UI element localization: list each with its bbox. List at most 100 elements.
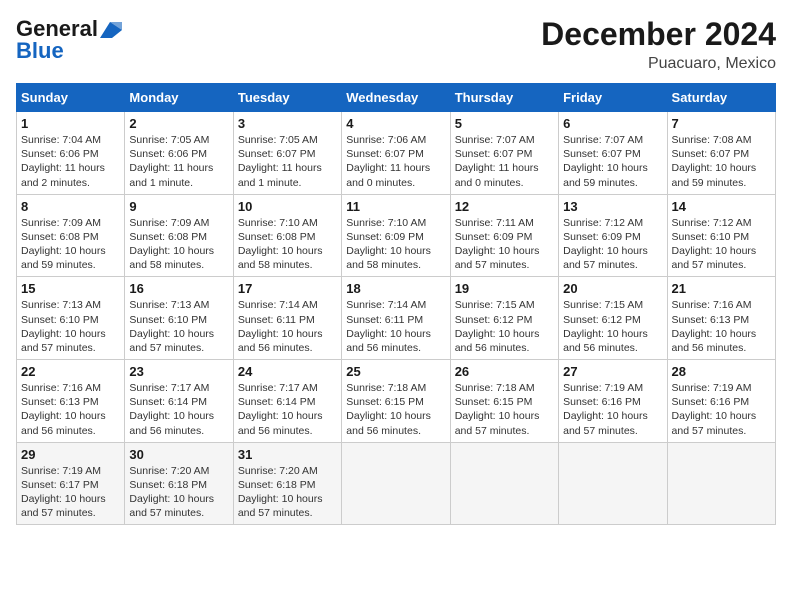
day-number: 31 — [238, 447, 337, 462]
calendar-cell: 21 Sunrise: 7:16 AM Sunset: 6:13 PM Dayli… — [667, 277, 775, 360]
calendar-cell: 25 Sunrise: 7:18 AM Sunset: 6:15 PM Dayli… — [342, 360, 450, 443]
day-info: Sunrise: 7:19 AM Sunset: 6:17 PM Dayligh… — [21, 464, 120, 521]
calendar-cell: 10 Sunrise: 7:10 AM Sunset: 6:08 PM Dayli… — [233, 194, 341, 277]
day-info: Sunrise: 7:15 AM Sunset: 6:12 PM Dayligh… — [455, 298, 554, 355]
calendar-cell: 9 Sunrise: 7:09 AM Sunset: 6:08 PM Daylig… — [125, 194, 233, 277]
calendar-cell — [667, 442, 775, 525]
weekday-header-row: SundayMondayTuesdayWednesdayThursdayFrid… — [17, 84, 776, 112]
day-number: 1 — [21, 116, 120, 131]
day-number: 26 — [455, 364, 554, 379]
day-number: 17 — [238, 281, 337, 296]
day-info: Sunrise: 7:05 AM Sunset: 6:06 PM Dayligh… — [129, 133, 228, 190]
day-number: 4 — [346, 116, 445, 131]
day-number: 3 — [238, 116, 337, 131]
calendar-cell: 20 Sunrise: 7:15 AM Sunset: 6:12 PM Dayli… — [559, 277, 667, 360]
day-number: 15 — [21, 281, 120, 296]
day-info: Sunrise: 7:11 AM Sunset: 6:09 PM Dayligh… — [455, 216, 554, 273]
day-info: Sunrise: 7:15 AM Sunset: 6:12 PM Dayligh… — [563, 298, 662, 355]
day-info: Sunrise: 7:09 AM Sunset: 6:08 PM Dayligh… — [129, 216, 228, 273]
calendar-cell: 30 Sunrise: 7:20 AM Sunset: 6:18 PM Dayli… — [125, 442, 233, 525]
calendar-cell: 28Sunrise: 7:19 AM Sunset: 6:16 PM Dayli… — [667, 360, 775, 443]
week-row-3: 15 Sunrise: 7:13 AM Sunset: 6:10 PM Dayli… — [17, 277, 776, 360]
day-number: 5 — [455, 116, 554, 131]
month-title: December 2024 — [541, 16, 776, 53]
day-info: Sunrise: 7:17 AM Sunset: 6:14 PM Dayligh… — [129, 381, 228, 438]
weekday-header-wednesday: Wednesday — [342, 84, 450, 112]
day-number: 10 — [238, 199, 337, 214]
weekday-header-friday: Friday — [559, 84, 667, 112]
calendar-cell: 7 Sunrise: 7:08 AM Sunset: 6:07 PM Daylig… — [667, 112, 775, 195]
location: Puacuaro, Mexico — [541, 55, 776, 73]
calendar-cell: 1 Sunrise: 7:04 AM Sunset: 6:06 PM Daylig… — [17, 112, 125, 195]
weekday-header-monday: Monday — [125, 84, 233, 112]
day-number: 7 — [672, 116, 771, 131]
day-number: 30 — [129, 447, 228, 462]
calendar-cell: 13Sunrise: 7:12 AM Sunset: 6:09 PM Dayli… — [559, 194, 667, 277]
day-number: 9 — [129, 199, 228, 214]
day-number: 19 — [455, 281, 554, 296]
day-info: Sunrise: 7:10 AM Sunset: 6:09 PM Dayligh… — [346, 216, 445, 273]
calendar-cell: 8Sunrise: 7:09 AM Sunset: 6:08 PM Daylig… — [17, 194, 125, 277]
calendar-cell: 31 Sunrise: 7:20 AM Sunset: 6:18 PM Dayli… — [233, 442, 341, 525]
week-row-2: 8 Sunrise: 7:09 AM Sunset: 6:08 PM Daylig… — [17, 194, 776, 277]
day-info: Sunrise: 7:14 AM Sunset: 6:11 PM Dayligh… — [346, 298, 445, 355]
day-info: Sunrise: 7:13 AM Sunset: 6:10 PM Dayligh… — [129, 298, 228, 355]
week-row-5: 29 Sunrise: 7:19 AM Sunset: 6:17 PM Dayli… — [17, 442, 776, 525]
day-info: Sunrise: 7:18 AM Sunset: 6:15 PM Dayligh… — [346, 381, 445, 438]
day-number: 27 — [563, 364, 662, 379]
calendar-cell: 22Sunrise: 7:16 AM Sunset: 6:13 PM Dayli… — [17, 360, 125, 443]
day-number: 21 — [672, 281, 771, 296]
day-number: 8 — [21, 199, 120, 214]
calendar-cell: 18 Sunrise: 7:14 AM Sunset: 6:11 PM Dayli… — [342, 277, 450, 360]
calendar-cell: 19 Sunrise: 7:15 AM Sunset: 6:12 PM Dayli… — [450, 277, 558, 360]
weekday-header-thursday: Thursday — [450, 84, 558, 112]
calendar-cell — [559, 442, 667, 525]
calendar-cell: 5 Sunrise: 7:07 AM Sunset: 6:07 PM Daylig… — [450, 112, 558, 195]
day-info: Sunrise: 7:06 AM Sunset: 6:07 PM Dayligh… — [346, 133, 445, 190]
day-info: Sunrise: 7:07 AM Sunset: 6:07 PM Dayligh… — [563, 133, 662, 190]
day-info: Sunrise: 7:16 AM Sunset: 6:13 PM Dayligh… — [21, 381, 120, 438]
day-number: 23 — [129, 364, 228, 379]
calendar-cell: 17 Sunrise: 7:14 AM Sunset: 6:11 PM Dayli… — [233, 277, 341, 360]
calendar-cell: 15 Sunrise: 7:13 AM Sunset: 6:10 PM Dayli… — [17, 277, 125, 360]
calendar-cell: 2 Sunrise: 7:05 AM Sunset: 6:06 PM Daylig… — [125, 112, 233, 195]
calendar-cell: 27Sunrise: 7:19 AM Sunset: 6:16 PM Dayli… — [559, 360, 667, 443]
day-number: 11 — [346, 199, 445, 214]
day-number: 2 — [129, 116, 228, 131]
weekday-header-saturday: Saturday — [667, 84, 775, 112]
day-number: 6 — [563, 116, 662, 131]
day-number: 13 — [563, 199, 662, 214]
day-info: Sunrise: 7:07 AM Sunset: 6:07 PM Dayligh… — [455, 133, 554, 190]
title-block: December 2024 Puacuaro, Mexico — [541, 16, 776, 73]
day-info: Sunrise: 7:17 AM Sunset: 6:14 PM Dayligh… — [238, 381, 337, 438]
day-number: 28 — [672, 364, 771, 379]
day-info: Sunrise: 7:20 AM Sunset: 6:18 PM Dayligh… — [129, 464, 228, 521]
logo-icon — [100, 22, 122, 38]
day-info: Sunrise: 7:20 AM Sunset: 6:18 PM Dayligh… — [238, 464, 337, 521]
calendar-cell — [450, 442, 558, 525]
day-info: Sunrise: 7:08 AM Sunset: 6:07 PM Dayligh… — [672, 133, 771, 190]
day-info: Sunrise: 7:04 AM Sunset: 6:06 PM Dayligh… — [21, 133, 120, 190]
day-number: 25 — [346, 364, 445, 379]
calendar-cell: 12 Sunrise: 7:11 AM Sunset: 6:09 PM Dayli… — [450, 194, 558, 277]
day-number: 12 — [455, 199, 554, 214]
day-number: 16 — [129, 281, 228, 296]
day-number: 20 — [563, 281, 662, 296]
day-info: Sunrise: 7:14 AM Sunset: 6:11 PM Dayligh… — [238, 298, 337, 355]
day-info: Sunrise: 7:10 AM Sunset: 6:08 PM Dayligh… — [238, 216, 337, 273]
calendar-cell: 23 Sunrise: 7:17 AM Sunset: 6:14 PM Dayli… — [125, 360, 233, 443]
day-number: 14 — [672, 199, 771, 214]
day-info: Sunrise: 7:16 AM Sunset: 6:13 PM Dayligh… — [672, 298, 771, 355]
day-info: Sunrise: 7:13 AM Sunset: 6:10 PM Dayligh… — [21, 298, 120, 355]
day-info: Sunrise: 7:18 AM Sunset: 6:15 PM Dayligh… — [455, 381, 554, 438]
weekday-header-sunday: Sunday — [17, 84, 125, 112]
day-number: 29 — [21, 447, 120, 462]
day-number: 18 — [346, 281, 445, 296]
calendar-cell: 14 Sunrise: 7:12 AM Sunset: 6:10 PM Dayli… — [667, 194, 775, 277]
logo-blue: Blue — [16, 38, 64, 64]
day-info: Sunrise: 7:12 AM Sunset: 6:10 PM Dayligh… — [672, 216, 771, 273]
logo: General Blue — [16, 16, 122, 64]
calendar-cell: 29 Sunrise: 7:19 AM Sunset: 6:17 PM Dayli… — [17, 442, 125, 525]
header: General Blue December 2024 Puacuaro, Mex… — [16, 16, 776, 73]
weekday-header-tuesday: Tuesday — [233, 84, 341, 112]
